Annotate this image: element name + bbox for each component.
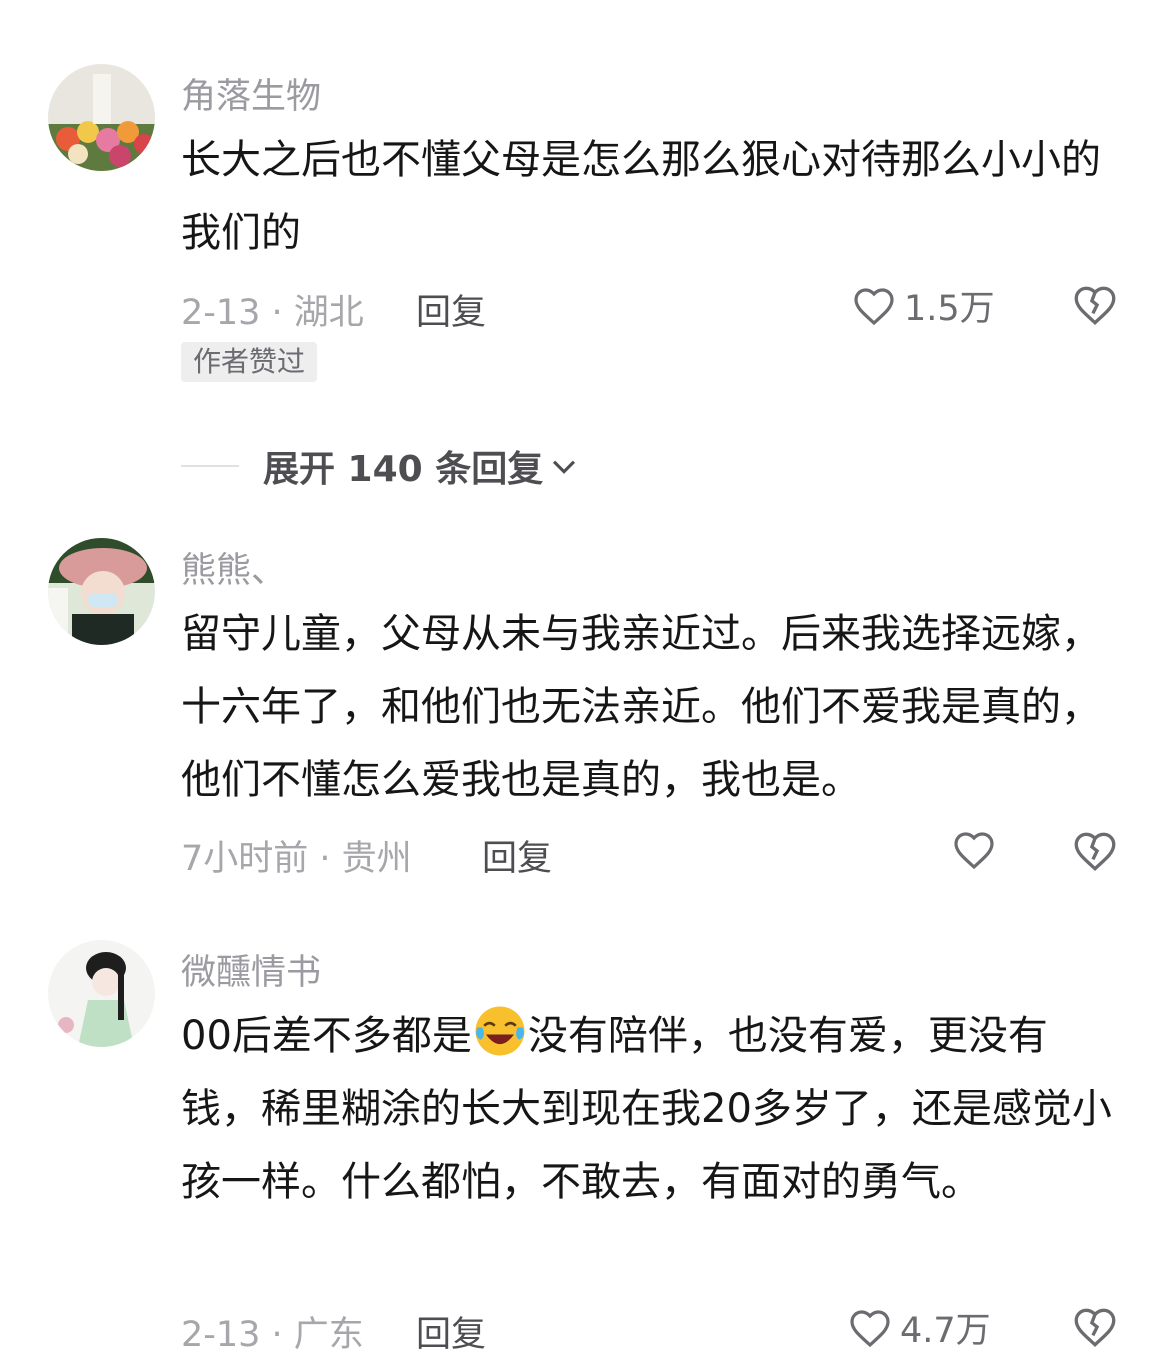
dislike-button[interactable] xyxy=(1070,280,1120,334)
heart-outline-icon xyxy=(850,1309,890,1347)
heart-outline-icon xyxy=(954,832,994,870)
broken-heart-icon xyxy=(1074,832,1116,871)
expand-replies-label: 展开 140 条回复 xyxy=(263,449,544,490)
chevron-down-icon xyxy=(553,460,576,474)
reply-button[interactable]: 回复 xyxy=(416,1306,486,1357)
expand-replies-button[interactable]: 展开 140 条回复 xyxy=(181,440,581,492)
username[interactable]: 熊熊、 xyxy=(181,542,286,593)
like-count: 4.7万 xyxy=(900,1311,991,1351)
broken-heart-icon xyxy=(1074,286,1116,325)
username[interactable]: 微醺情书 xyxy=(181,944,321,995)
avatar[interactable] xyxy=(48,940,155,1047)
comment-text: 00后差不多都是 没有陪伴，也没有爱，更没有钱，稀里糊涂的长大到现在我20多岁了，… xyxy=(181,1000,1121,1219)
comment-meta: 2-13 · 湖北 xyxy=(181,293,364,333)
dislike-button[interactable] xyxy=(1070,1302,1120,1356)
avatar[interactable] xyxy=(48,538,155,645)
comment-text-part: 00后差不多都是 xyxy=(181,1013,472,1059)
author-liked-badge: 作者赞过 xyxy=(181,342,318,382)
reply-button[interactable]: 回复 xyxy=(482,830,552,881)
like-button[interactable] xyxy=(950,826,1004,874)
dislike-button[interactable] xyxy=(1070,826,1120,880)
comment-text: 长大之后也不懂父母是怎么那么狠心对待那么小小的我们的 xyxy=(181,137,1101,256)
comment-meta: 7小时前 · 贵州 xyxy=(181,839,412,879)
like-button[interactable]: 4.7万 xyxy=(846,1302,991,1353)
like-button[interactable]: 1.5万 xyxy=(850,280,995,331)
comment-text: 留守儿童，父母从未与我亲近过。后来我选择远嫁，十六年了，和他们也无法亲近。他们不… xyxy=(181,611,1101,803)
comment-meta: 2-13 · 广东 xyxy=(181,1315,364,1355)
avatar[interactable] xyxy=(48,64,155,171)
broken-heart-icon xyxy=(1074,1308,1116,1347)
like-count: 1.5万 xyxy=(904,289,995,329)
divider-line xyxy=(181,465,239,467)
laughing-crying-emoji xyxy=(475,1006,525,1056)
username[interactable]: 角落生物 xyxy=(181,68,321,119)
reply-button[interactable]: 回复 xyxy=(416,284,486,335)
heart-outline-icon xyxy=(854,287,894,325)
